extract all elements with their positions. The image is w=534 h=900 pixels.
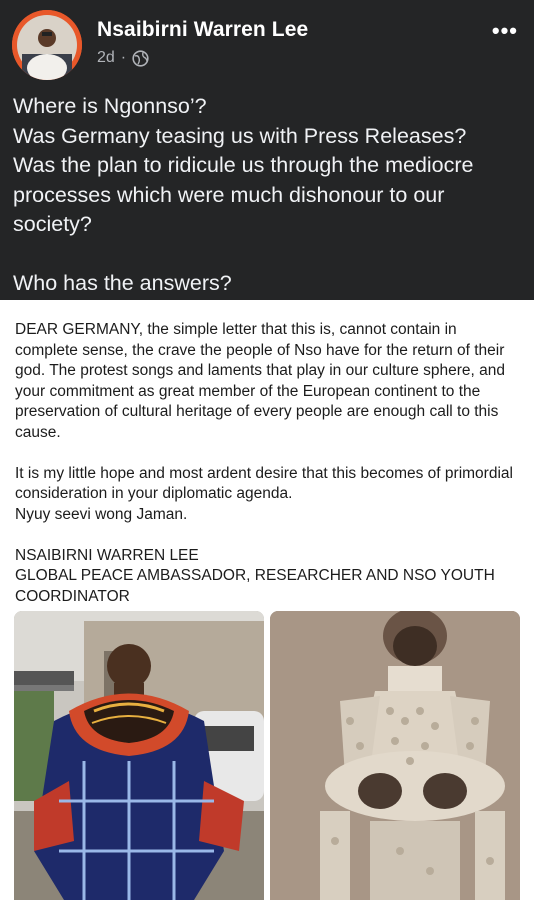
globe-icon: [132, 49, 149, 67]
photo-man-in-traditional-attire[interactable]: [14, 611, 264, 900]
post-caption: Where is Ngonnso’? Was Germany teasing u…: [13, 92, 524, 299]
post-time[interactable]: 2d: [97, 49, 115, 67]
letter-text: DEAR GERMANY, the simple letter that thi…: [15, 320, 520, 607]
letter-closing: Nyuy seevi wong Jaman.: [15, 505, 188, 523]
more-options-icon[interactable]: •••: [492, 18, 518, 44]
caption-line: Where is Ngonnso’?: [13, 94, 207, 118]
post-meta: 2d ·: [97, 49, 149, 67]
author-name[interactable]: Nsaibirni Warren Lee: [97, 18, 308, 42]
letter-paragraph: DEAR GERMANY, the simple letter that thi…: [15, 321, 505, 441]
letter-paragraph: It is my little hope and most ardent des…: [15, 464, 513, 503]
caption-line: Was Germany teasing us with Press Releas…: [13, 123, 467, 148]
caption-line: Was the plan to ridicule us through the …: [13, 153, 474, 236]
meta-separator: ·: [120, 49, 127, 66]
caption-line: Who has the answers?: [13, 271, 232, 295]
photo-grid: [14, 611, 520, 900]
signature-title: GLOBAL PEACE AMBASSADOR, RESEARCHER AND …: [15, 567, 495, 605]
author-avatar[interactable]: [12, 10, 82, 80]
post-header: Nsaibirni Warren Lee 2d · ••• Where is N…: [0, 0, 534, 300]
photo-carved-statue[interactable]: [270, 611, 520, 900]
signature-name: NSAIBIRNI WARREN LEE: [15, 546, 199, 564]
